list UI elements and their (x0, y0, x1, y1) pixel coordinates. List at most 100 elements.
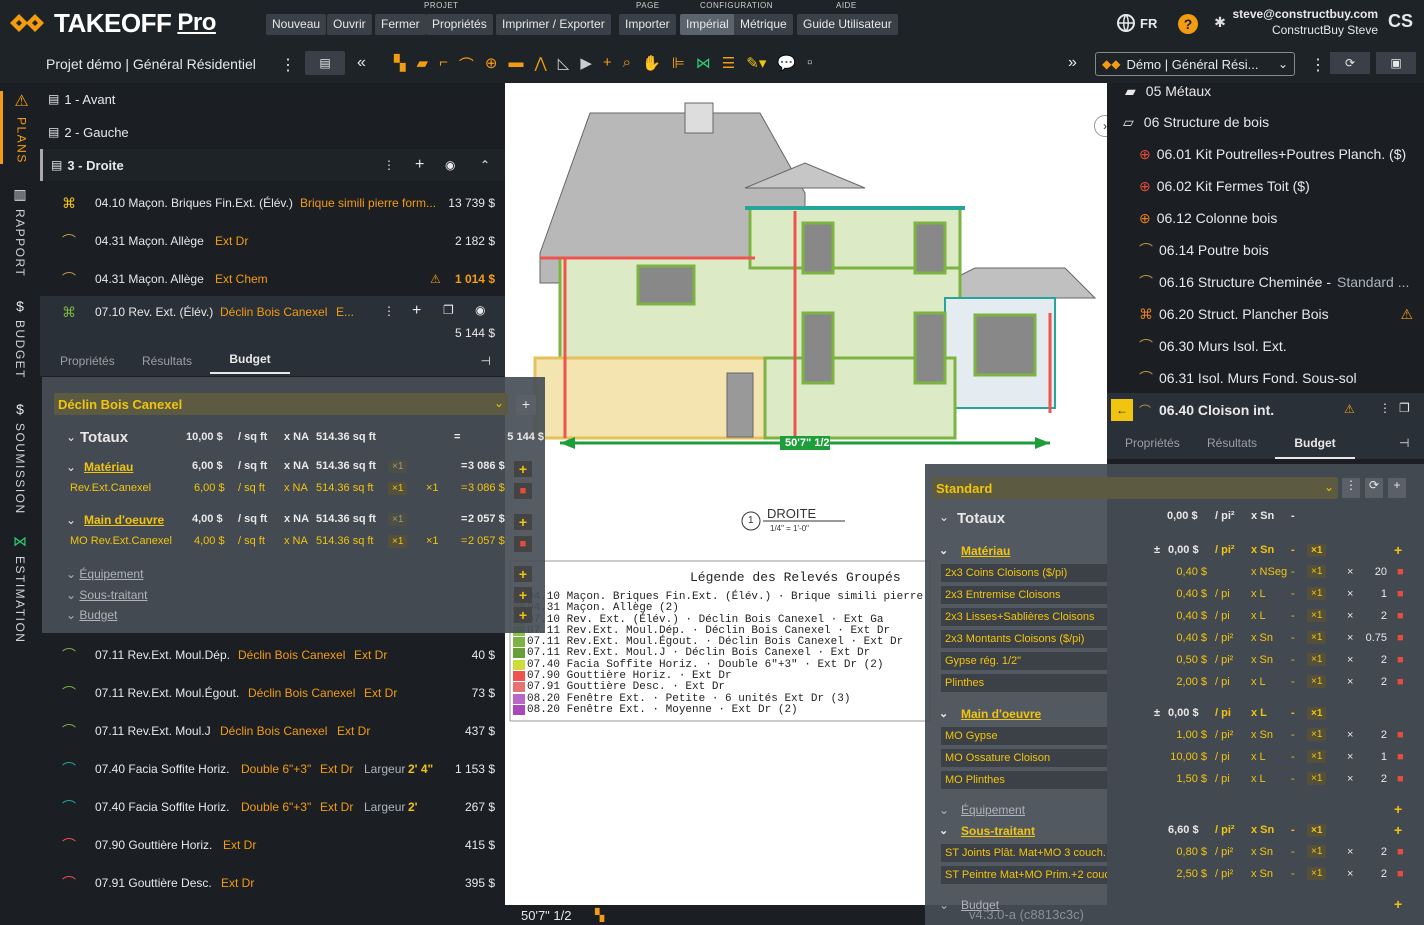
budget-item-price[interactable]: 0,40 $ (1167, 566, 1207, 578)
page-item[interactable]: ▤ 1 - Avant (40, 89, 505, 109)
eye-icon[interactable]: ◉ (445, 158, 455, 172)
proprietes-button[interactable]: Propriétés (426, 14, 493, 35)
imperial-button[interactable]: Impérial (680, 14, 735, 35)
materiau-label[interactable]: Matériau (84, 460, 133, 474)
takeoff-item[interactable]: ⌒ 07.11 Rev.Ext. Moul.J Déclin Bois Cane… (40, 716, 505, 746)
takeoff-item-selected[interactable]: ⌘ 07.10 Rev. Ext. (Élév.) Déclin Bois Ca… (40, 296, 505, 346)
main-oeuvre-mult[interactable]: ×1 (1307, 707, 1327, 720)
materiau-pm[interactable]: ± (1154, 544, 1160, 556)
budget-item-name[interactable]: ST Joints Plât. Mat+MO 3 couch. (941, 844, 1107, 862)
copy-icon[interactable]: ❐ (1399, 401, 1410, 415)
budget-item-mult[interactable]: ×1 (1307, 728, 1327, 741)
budget-item-name[interactable]: MO Ossature Cloison (941, 749, 1107, 767)
pan-hand-icon[interactable]: ✋ (642, 54, 661, 75)
budget-item-name[interactable]: Plinthes (941, 674, 1107, 692)
help-icon[interactable]: ? (1178, 14, 1198, 34)
budget-item-mult[interactable]: ×1 (1307, 772, 1327, 785)
rail-plans[interactable]: ⚠ PLANS (0, 91, 40, 164)
rail-rapport[interactable]: ▥ RAPPORT (0, 186, 40, 277)
note-icon[interactable]: ▫ (807, 54, 812, 75)
tree-item[interactable]: ⊕ 06.12 Colonne bois (1139, 210, 1277, 227)
pin-icon[interactable]: ⊣ (481, 354, 491, 368)
budget-item-name[interactable]: MO Plinthes (941, 771, 1107, 789)
budget-item-price[interactable]: 1,50 $ (1167, 773, 1207, 785)
takeoff-item[interactable]: ⌒ 07.91 Gouttière Desc. Ext Dr 395 $ (40, 868, 505, 898)
budget-row[interactable]: ⌄ Budget (66, 608, 117, 622)
eye-icon[interactable]: ◉ (475, 303, 485, 317)
trash-icon[interactable]: ■ (1397, 654, 1404, 666)
add-icon[interactable]: + (1394, 542, 1402, 558)
budget-item-factor[interactable]: 0.75 (1357, 632, 1387, 644)
budget-item-mult[interactable]: ×1 (1307, 609, 1327, 622)
add-icon[interactable]: + (1394, 822, 1402, 838)
budget-item-name[interactable]: 2x3 Coins Cloisons ($/pi) (941, 564, 1107, 582)
item-more-icon[interactable]: ⋮ (1379, 401, 1391, 415)
guide-button[interactable]: Guide Utilisateur (797, 14, 898, 35)
takeoff-item[interactable]: ⌒ 07.90 Gouttière Horiz. Ext Dr 415 $ (40, 830, 505, 860)
materiau-mult[interactable]: ×1 (1307, 544, 1327, 557)
chevron-down-icon[interactable]: ⌄ (66, 513, 76, 527)
fermer-button[interactable]: Fermer (375, 14, 426, 35)
tree-item[interactable]: ⌒ 06.14 Poutre bois (1139, 242, 1269, 258)
takeoff-item[interactable]: ⌘ 04.10 Maçon. Briques Fin.Ext. (Élév.) … (40, 188, 505, 218)
tree-item[interactable]: ⌘ 06.20 Struct. Plancher Bois ⚠ (1139, 306, 1423, 323)
tab-proprietes[interactable]: Propriétés (1125, 436, 1180, 450)
sous-traitant-label[interactable]: Sous-traitant (961, 824, 1035, 838)
tile-icon[interactable]: ▚ (595, 908, 604, 922)
play-icon[interactable]: ▶ (580, 54, 592, 75)
tab-budget[interactable]: Budget (210, 352, 290, 374)
tab-resultats[interactable]: Résultats (1207, 436, 1257, 450)
budget-item-factor[interactable]: 2 (1357, 654, 1387, 666)
takeoff-item[interactable]: ⌒ 07.40 Facia Soffite Horiz. Double 6"+3… (40, 754, 505, 784)
ruler-icon[interactable]: ▰ (417, 54, 429, 75)
trash-icon[interactable]: ■ (1397, 773, 1404, 785)
chevron-down-icon[interactable]: ⌄ (939, 544, 948, 557)
budget-item-mult[interactable]: ×1 (1307, 653, 1327, 666)
budget-item-name[interactable]: Gypse rég. 1/2" (941, 652, 1107, 670)
tab-resultats[interactable]: Résultats (142, 354, 192, 368)
highlighter-icon[interactable]: ✎▾ (746, 54, 766, 75)
refresh-icon[interactable]: ⟳ (1365, 478, 1383, 498)
tile-icon[interactable]: ▚ (394, 54, 406, 75)
rect-tool-icon[interactable]: ▬ (508, 54, 523, 75)
trash-icon[interactable]: ■ (1397, 846, 1404, 858)
main-oeuvre-item-name[interactable]: MO Rev.Ext.Canexel (70, 535, 172, 547)
language-selector[interactable]: FR (1116, 13, 1157, 33)
budget-item-factor[interactable]: 2 (1357, 868, 1387, 880)
equipement-row[interactable]: ⌄ Équipement (66, 567, 143, 581)
ouvrir-button[interactable]: Ouvrir (327, 14, 372, 35)
materiau-item-mult[interactable]: ×1 (388, 482, 408, 495)
add-icon[interactable]: + (415, 156, 424, 174)
budget-item-factor[interactable]: 2 (1357, 676, 1387, 688)
budget-item-mult[interactable]: ×1 (1307, 867, 1327, 880)
budget-item-price[interactable]: 0,50 $ (1167, 654, 1207, 666)
tree-item[interactable]: ⊕ 06.01 Kit Poutrelles+Poutres Planch. ($… (1139, 146, 1406, 163)
list-icon[interactable]: ☰ (722, 54, 735, 75)
trash-icon[interactable]: ■ (1397, 588, 1404, 600)
trash-icon[interactable]: ■ (1397, 676, 1404, 688)
materiau-item-name[interactable]: Rev.Ext.Canexel (70, 482, 151, 494)
project-more-icon[interactable]: ⋮ (280, 55, 296, 75)
item-more-icon[interactable]: ⋮ (383, 304, 395, 318)
budget-item-price[interactable]: 1,00 $ (1167, 729, 1207, 741)
main-oeuvre-item-price[interactable]: 4,00 $ (194, 535, 225, 547)
area-tool-icon[interactable]: ⌐ (439, 54, 448, 75)
budget-item-price[interactable]: 0,40 $ (1167, 610, 1207, 622)
budget-item-name[interactable]: ST Peintre Mat+MO Prim.+2 couch.fin. (941, 866, 1107, 884)
budget-name-select[interactable]: Standard ⌄ (932, 477, 1338, 499)
rail-soumission[interactable]: $ SOUMISSION (0, 401, 40, 515)
bug-icon[interactable]: ✱ (1210, 14, 1230, 34)
chevron-down-icon[interactable]: ⌄ (66, 430, 76, 444)
budget-item-name[interactable]: 2x3 Montants Cloisons ($/pi) (941, 630, 1107, 648)
page-item[interactable]: ▤ 2 - Gauche (40, 122, 505, 142)
tree-item-selected[interactable]: ← ⌒ 06.40 Cloison int. ⚠ ⋮ ❐ (1107, 393, 1424, 427)
equipement-label[interactable]: Équipement (961, 803, 1025, 817)
budget-item-mult[interactable]: ×1 (1307, 565, 1327, 578)
budget-item-name[interactable]: 2x3 Lisses+Sablières Cloisons (941, 608, 1107, 626)
add-point-icon[interactable]: + (603, 54, 612, 75)
avatar[interactable]: CS (1388, 11, 1413, 32)
add-budget-icon[interactable]: + (516, 395, 536, 415)
main-oeuvre-pm[interactable]: ± (1154, 707, 1160, 719)
page-item-active[interactable]: ▤ 3 - Droite ⋮ + ◉ ⌃ (40, 149, 505, 181)
add-icon[interactable]: + (514, 587, 532, 603)
